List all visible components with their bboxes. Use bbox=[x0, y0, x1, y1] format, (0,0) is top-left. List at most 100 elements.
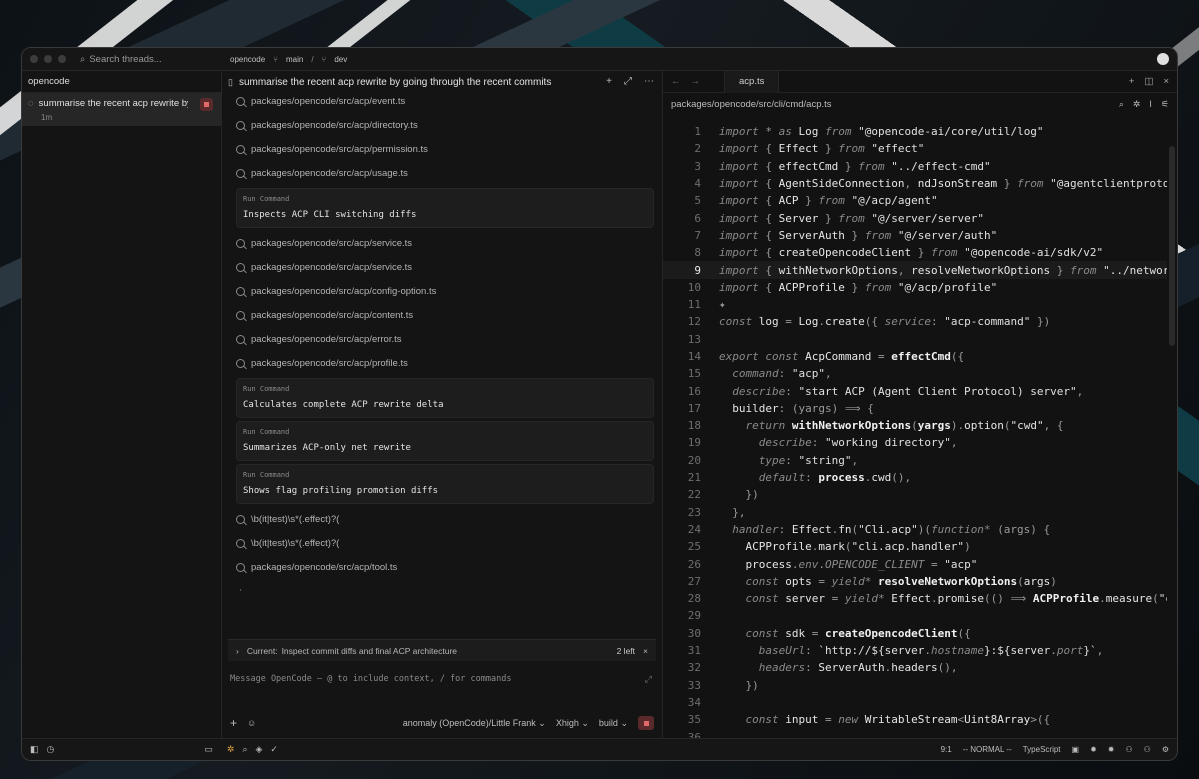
sparkle-icon[interactable]: ✲ bbox=[227, 744, 235, 755]
code-line: 7 import { ServerAuth } from "@/server/au… bbox=[694, 228, 998, 242]
close-icon[interactable]: × bbox=[643, 646, 648, 656]
settings-icon[interactable]: ⚙ bbox=[1162, 745, 1169, 754]
branch-main[interactable]: main bbox=[286, 55, 303, 64]
project-name[interactable]: opencode bbox=[230, 55, 265, 64]
folder-icon[interactable]: ▭ bbox=[204, 744, 213, 755]
current-label: Current: bbox=[246, 645, 278, 656]
more-icon[interactable]: ⋯ bbox=[644, 76, 654, 87]
search-result-row[interactable]: packages/opencode/src/acp/content.ts bbox=[236, 303, 654, 327]
search-icon bbox=[236, 358, 245, 368]
share-icon[interactable]: ⚇ bbox=[1144, 745, 1151, 754]
file-path: packages/opencode/src/acp/directory.ts bbox=[251, 119, 418, 131]
title-bar: ⌕ Search threads... opencode ⑂ main / ⑂ … bbox=[22, 48, 1177, 71]
model-selector[interactable]: anomaly (OpenCode)/Little Frank ⌄ bbox=[403, 718, 546, 729]
run-command-card[interactable]: Run Command Summarizes ACP-only net rewri… bbox=[236, 421, 654, 461]
search-icon[interactable]: ⌕ bbox=[1119, 99, 1124, 110]
run-command-card[interactable]: Run Command Calculates complete ACP rewri… bbox=[236, 378, 654, 418]
branch-dev[interactable]: dev bbox=[334, 55, 347, 64]
split-view-icon[interactable]: ◫ bbox=[1144, 76, 1153, 87]
editor-panel: ← → acp.ts + ◫ × packages/opencode/src/c… bbox=[663, 70, 1177, 744]
search-result-row[interactable]: packages/opencode/src/acp/event.ts bbox=[236, 89, 654, 113]
search-result-row[interactable]: \b(it|test)\s*(.effect)?( bbox=[236, 507, 654, 531]
emoji-icon[interactable]: ☺ bbox=[247, 718, 256, 728]
search-result-row[interactable]: packages/opencode/src/acp/usage.ts bbox=[236, 161, 654, 185]
search-threads-input[interactable]: Search threads... bbox=[89, 54, 161, 65]
effort-selector[interactable]: Xhigh ⌄ bbox=[556, 718, 589, 729]
file-path: packages/opencode/src/acp/tool.ts bbox=[251, 561, 398, 573]
search-result-row[interactable]: packages/opencode/src/acp/service.ts bbox=[236, 231, 654, 255]
search-icon bbox=[236, 310, 245, 320]
add-attachment-icon[interactable]: + bbox=[230, 716, 237, 730]
code-line: 29 bbox=[687, 609, 701, 623]
back-arrow-icon[interactable]: ← bbox=[671, 76, 681, 87]
message-input[interactable]: Message OpenCode — @ to include context,… bbox=[230, 674, 511, 684]
search-icon bbox=[236, 238, 245, 248]
language-mode[interactable]: TypeScript bbox=[1023, 745, 1061, 754]
search-icon bbox=[236, 168, 245, 178]
search-icon bbox=[236, 120, 245, 130]
git-icon[interactable]: ◈ bbox=[255, 744, 262, 755]
terminal-icon[interactable]: ▣ bbox=[1072, 745, 1080, 754]
breadcrumb: opencode ⑂ main / ⑂ dev bbox=[230, 54, 348, 64]
file-path-bar: packages/opencode/src/cli/cmd/acp.ts ⌕ ✲… bbox=[663, 93, 1177, 115]
search-threads[interactable]: ⌕ Search threads... bbox=[80, 54, 220, 65]
code-view[interactable]: 1 import * as Log from "@opencode-ai/core… bbox=[663, 123, 1167, 746]
current-task-bar[interactable]: › Current: Inspect commit diffs and fina… bbox=[228, 639, 656, 661]
bug-icon[interactable]: ✹ bbox=[1108, 745, 1115, 754]
code-line: 17 builder: (yargs) ⟹ { bbox=[687, 401, 874, 415]
run-command-card[interactable]: Run Command Inspects ACP CLI switching di… bbox=[236, 188, 654, 228]
search-result-row[interactable]: \b(it|test)\s*(.effect)?( bbox=[236, 531, 654, 555]
search-icon[interactable]: ⌕ bbox=[242, 744, 247, 755]
thread-item[interactable]: ◌ summarise the recent acp rewrite by 1m bbox=[22, 93, 221, 126]
settings-sliders-icon[interactable]: ⚟ bbox=[1161, 99, 1169, 110]
run-command-text: Summarizes ACP-only net rewrite bbox=[243, 443, 411, 453]
history-icon[interactable]: ◷ bbox=[47, 744, 55, 755]
close-icon[interactable]: × bbox=[1163, 76, 1169, 87]
file-path: packages/opencode/src/acp/config-option.… bbox=[251, 285, 437, 297]
code-line: 24 handler: Effect.fn("Cli.acp")(functio… bbox=[687, 522, 1051, 536]
sparkle-icon[interactable]: ✲ bbox=[1133, 99, 1141, 110]
file-path: \b(it|test)\s*(.effect)?( bbox=[251, 513, 340, 525]
search-result-row[interactable]: packages/opencode/src/acp/config-option.… bbox=[236, 279, 654, 303]
search-result-row[interactable]: packages/opencode/src/acp/service.ts bbox=[236, 255, 654, 279]
search-result-row[interactable]: packages/opencode/src/acp/permission.ts bbox=[236, 137, 654, 161]
debug-icon[interactable]: ✹ bbox=[1090, 745, 1097, 754]
tasks-left-count: 2 left bbox=[616, 645, 636, 656]
run-command-card[interactable]: Run Command Shows flag profiling promotio… bbox=[236, 464, 654, 504]
code-line: 33 }) bbox=[687, 678, 759, 692]
search-icon bbox=[236, 562, 245, 572]
code-line: 22 }) bbox=[687, 488, 759, 502]
expand-input-icon[interactable]: ⤢ bbox=[645, 674, 652, 685]
search-result-row[interactable]: packages/opencode/src/acp/tool.ts bbox=[236, 555, 654, 579]
stop-thread-button[interactable] bbox=[200, 98, 213, 111]
stop-button[interactable] bbox=[638, 716, 654, 730]
window-controls[interactable] bbox=[22, 55, 66, 63]
search-icon bbox=[236, 286, 245, 296]
file-path: \b(it|test)\s*(.effect)?( bbox=[251, 537, 340, 549]
people-icon[interactable]: ⚇ bbox=[1125, 745, 1132, 754]
code-line: 2 import { Effect } from "effect" bbox=[694, 142, 925, 156]
cursor-icon[interactable]: I bbox=[1149, 99, 1152, 110]
code-line: 31 baseUrl: `http://${server.hostname}:$… bbox=[687, 644, 1104, 658]
code-line: 8 import { createOpencodeClient } from "@… bbox=[694, 246, 1104, 260]
search-result-row[interactable]: packages/opencode/src/acp/directory.ts bbox=[236, 113, 654, 137]
new-tab-icon[interactable]: + bbox=[1129, 76, 1135, 87]
tab-acp-ts[interactable]: acp.ts bbox=[724, 70, 780, 93]
search-icon bbox=[236, 538, 245, 548]
scrollbar[interactable] bbox=[1169, 146, 1175, 346]
code-line: 16 describe: "start ACP (Agent Client Pr… bbox=[687, 384, 1084, 398]
search-icon bbox=[236, 144, 245, 154]
expand-icon[interactable]: ⤢ bbox=[624, 76, 632, 87]
code-line: 35 const input = new WritableStream<Uint… bbox=[687, 713, 1051, 727]
avatar[interactable] bbox=[1157, 53, 1169, 65]
forward-arrow-icon[interactable]: → bbox=[691, 76, 701, 87]
check-icon[interactable]: ✓ bbox=[270, 744, 278, 755]
search-result-row[interactable]: packages/opencode/src/acp/profile.ts bbox=[236, 351, 654, 375]
mode-selector[interactable]: build ⌄ bbox=[599, 718, 628, 729]
code-line: 13 bbox=[687, 332, 701, 346]
sidebar-toggle-icon[interactable]: ◧ bbox=[30, 744, 39, 755]
app-window: ⌕ Search threads... opencode ⑂ main / ⑂ … bbox=[21, 47, 1178, 761]
new-chat-icon[interactable]: + bbox=[606, 76, 612, 87]
file-path: packages/opencode/src/acp/service.ts bbox=[251, 237, 413, 249]
search-result-row[interactable]: packages/opencode/src/acp/error.ts bbox=[236, 327, 654, 351]
